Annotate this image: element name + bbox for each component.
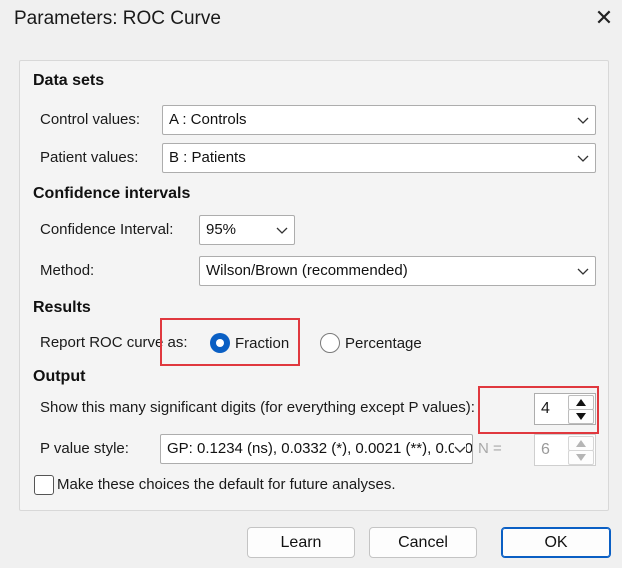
- digits-increment-button[interactable]: [568, 395, 594, 410]
- cancel-button[interactable]: Cancel: [369, 527, 477, 558]
- confidence-intervals-heading: Confidence intervals: [33, 185, 191, 202]
- window-title: Parameters: ROC Curve: [14, 8, 221, 29]
- default-choices-label: Make these choices the default for futur…: [57, 476, 396, 493]
- digits-decrement-button[interactable]: [568, 409, 594, 424]
- method-label: Method:: [40, 262, 95, 279]
- chevron-down-icon: [577, 268, 589, 275]
- confidence-interval-text: 95%: [206, 221, 237, 238]
- n-decrement-button: [568, 450, 594, 465]
- significant-digits-label: Show this many significant digits (for e…: [40, 399, 475, 416]
- confidence-interval-label: Confidence Interval:: [40, 221, 174, 238]
- percentage-label: Percentage: [345, 335, 422, 352]
- control-values-dropdown[interactable]: A : Controls: [162, 105, 596, 135]
- percentage-radio[interactable]: [320, 333, 340, 353]
- digits-value: 4: [541, 400, 550, 417]
- p-value-style-dropdown[interactable]: GP: 0.1234 (ns), 0.0332 (*), 0.0021 (**)…: [160, 434, 473, 464]
- close-icon[interactable]: ✕: [590, 4, 618, 32]
- caret-up-icon: [576, 440, 586, 447]
- method-text: Wilson/Brown (recommended): [206, 262, 408, 279]
- fraction-label: Fraction: [235, 335, 290, 352]
- chevron-down-icon: [276, 227, 288, 234]
- ok-button[interactable]: OK: [501, 527, 611, 558]
- patient-values-dropdown[interactable]: B : Patients: [162, 143, 596, 173]
- fraction-radio[interactable]: [210, 333, 230, 353]
- results-heading: Results: [33, 299, 91, 316]
- p-value-style-label: P value style:: [40, 440, 129, 457]
- patient-values-label: Patient values:: [40, 149, 139, 166]
- title-bar: Parameters: ROC Curve ✕: [0, 0, 622, 38]
- control-values-label: Control values:: [40, 111, 141, 128]
- default-choices-checkbox[interactable]: [34, 475, 54, 495]
- chevron-down-icon: [577, 117, 589, 124]
- caret-down-icon: [576, 413, 586, 420]
- output-heading: Output: [33, 368, 86, 385]
- patient-values-text: B : Patients: [169, 149, 246, 166]
- n-increment-button: [568, 436, 594, 451]
- confidence-interval-dropdown[interactable]: 95%: [199, 215, 295, 245]
- learn-button[interactable]: Learn: [247, 527, 355, 558]
- p-value-style-text: GP: 0.1234 (ns), 0.0332 (*), 0.0021 (**)…: [167, 440, 473, 457]
- data-sets-heading: Data sets: [33, 72, 105, 89]
- caret-down-icon: [576, 454, 586, 461]
- method-dropdown[interactable]: Wilson/Brown (recommended): [199, 256, 596, 286]
- n-value: 6: [541, 441, 550, 458]
- n-label: N =: [478, 440, 502, 457]
- caret-up-icon: [576, 399, 586, 406]
- control-values-text: A : Controls: [169, 111, 247, 128]
- chevron-down-icon: [577, 155, 589, 162]
- chevron-down-icon: [454, 443, 466, 455]
